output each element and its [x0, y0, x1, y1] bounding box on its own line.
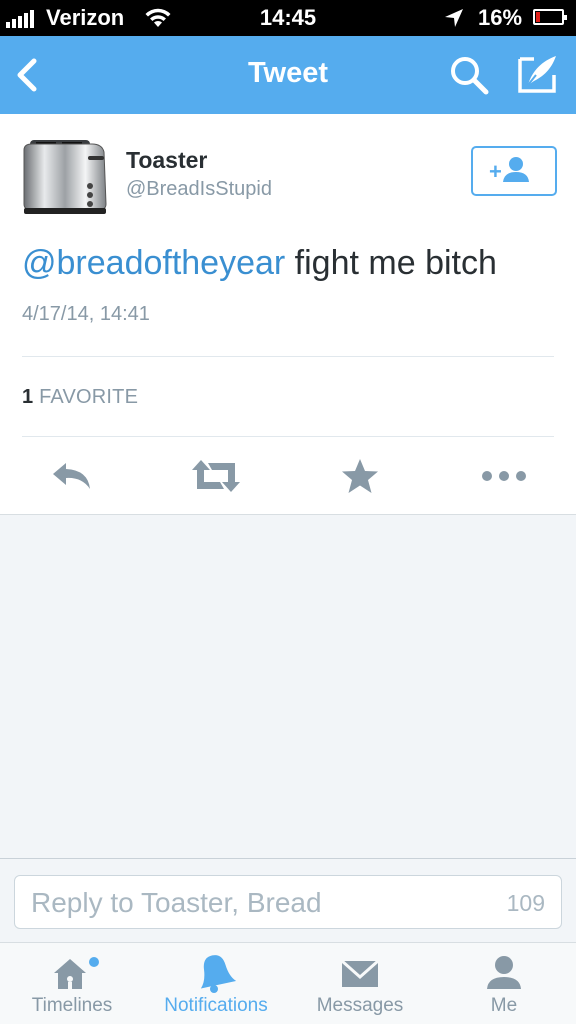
favorite-count-number: 1 — [22, 386, 34, 408]
tab-messages[interactable]: Messages — [288, 943, 432, 1025]
favorite-count-label: FAVORITE — [39, 386, 139, 408]
user-handle: @BreadIsStupid — [126, 178, 272, 200]
reply-input[interactable]: Reply to Toaster, Bread 109 — [14, 875, 562, 929]
tab-timelines[interactable]: Timelines — [0, 943, 144, 1025]
tab-label: Me — [490, 995, 518, 1016]
character-count: 109 — [506, 890, 545, 916]
content-area — [0, 515, 576, 858]
compose-quill-icon[interactable] — [516, 53, 560, 95]
user-name[interactable]: Toaster — [126, 147, 207, 174]
tweet-text: @breadoftheyear fight me bitch — [22, 244, 497, 283]
star-icon — [342, 459, 378, 493]
tweet-timestamp: 4/17/14, 14:41 — [22, 303, 150, 325]
person-icon — [487, 956, 521, 989]
location-arrow-icon — [445, 9, 463, 27]
tab-notifications[interactable]: Notifications — [144, 943, 288, 1025]
more-button[interactable] — [474, 454, 534, 498]
tab-label: Notifications — [164, 995, 268, 1016]
envelope-icon — [341, 959, 379, 987]
reply-bar: Reply to Toaster, Bread 109 — [0, 858, 576, 942]
status-bar: Verizon 14:45 16% — [0, 0, 576, 36]
reply-icon — [53, 463, 90, 489]
tweet-detail: Toaster @BreadIsStupid + @breadoftheyear… — [0, 114, 576, 514]
home-icon — [54, 957, 99, 989]
tweet-body: fight me bitch — [285, 244, 497, 282]
battery-icon — [533, 9, 567, 25]
search-icon[interactable] — [448, 54, 490, 96]
nav-bar: Tweet — [0, 36, 576, 114]
favorites-count[interactable]: 1 FAVORITE — [22, 386, 138, 409]
tab-me[interactable]: Me — [432, 943, 576, 1025]
favorite-button[interactable] — [330, 454, 390, 498]
more-dots-icon — [482, 471, 526, 481]
divider — [22, 436, 554, 437]
tab-bar: Timelines Notifications Messages Me — [0, 942, 576, 1024]
svg-text:+: + — [489, 159, 502, 184]
bell-icon — [200, 955, 236, 993]
retweet-icon — [192, 460, 240, 492]
reply-placeholder: Reply to Toaster, Bread — [31, 887, 322, 918]
retweet-button[interactable] — [186, 454, 246, 498]
tab-label: Messages — [316, 995, 404, 1016]
tab-label: Timelines — [31, 995, 113, 1016]
follow-button[interactable]: + — [471, 146, 557, 196]
follow-user-icon: + — [489, 157, 529, 184]
divider — [22, 356, 554, 357]
toaster-avatar[interactable] — [20, 138, 110, 216]
mention-link[interactable]: @breadoftheyear — [22, 244, 285, 282]
reply-button[interactable] — [42, 454, 102, 498]
battery-percent: 16% — [478, 5, 523, 30]
